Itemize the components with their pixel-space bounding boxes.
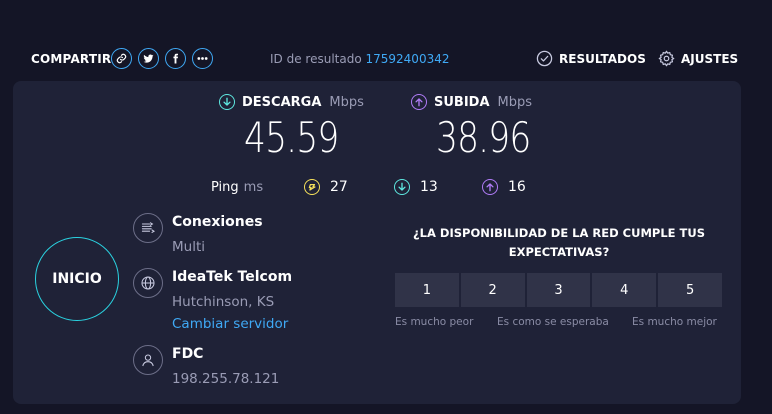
results-panel: DESCARGA Mbps 45.59 SUBIDA Mbps 38.96 Pi…: [13, 81, 741, 404]
client-name: FDC: [172, 346, 204, 362]
client-ip: 198.255.78.121: [172, 371, 280, 387]
user-icon: [133, 345, 163, 375]
link-icon: [116, 53, 127, 64]
result-id: ID de resultado 17592400342: [270, 52, 449, 66]
results-label: RESULTADOS: [559, 51, 646, 66]
result-id-label: ID de resultado: [270, 52, 362, 66]
ping-download-value: 13: [420, 179, 438, 195]
connections-title: Conexiones: [172, 214, 263, 230]
upload-arrow-icon: [411, 94, 427, 110]
download-speed-value: 45.59: [244, 113, 339, 162]
twitter-icon: [143, 54, 154, 63]
rating-button-3[interactable]: 3: [526, 273, 591, 307]
rating-button-1[interactable]: 1: [395, 273, 459, 307]
download-ping-icon: [394, 179, 410, 195]
upload-speed-value: 38.96: [436, 113, 531, 162]
rating-button-2[interactable]: 2: [460, 273, 525, 307]
upload-ping-icon: [482, 179, 498, 195]
rating-label-low: Es mucho peor: [395, 316, 474, 328]
facebook-icon: [173, 53, 179, 64]
ping-row: Ping ms 27 13 16: [13, 179, 741, 199]
ping-label-text: Ping: [211, 180, 239, 195]
rating-label-mid: Es como se esperaba: [497, 316, 609, 328]
result-id-link[interactable]: 17592400342: [366, 52, 450, 66]
download-header: DESCARGA Mbps: [219, 94, 364, 110]
settings-label: AJUSTES: [681, 51, 739, 66]
ping-idle-value: 27: [330, 179, 348, 195]
rating-button-4[interactable]: 4: [592, 273, 657, 307]
survey-question: ¿LA DISPONIBILIDAD DE LA RED CUMPLE TUS …: [413, 226, 705, 259]
share-more-button[interactable]: [192, 48, 213, 69]
globe-icon: [133, 268, 163, 298]
upload-label: SUBIDA: [434, 94, 490, 110]
share-link-button[interactable]: [111, 48, 132, 69]
start-button[interactable]: INICIO: [35, 237, 119, 321]
share-label: COMPARTIR: [31, 52, 112, 66]
rating-label-high: Es mucho mejor: [632, 316, 717, 328]
server-name: IdeaTek Telcom: [172, 269, 293, 285]
ping-idle: 27: [304, 179, 348, 195]
change-server-link[interactable]: Cambiar servidor: [172, 316, 288, 332]
connections-value: Multi: [172, 239, 205, 255]
download-arrow-icon: [219, 94, 235, 110]
upload-header: SUBIDA Mbps: [411, 94, 532, 110]
rating-button-5[interactable]: 5: [658, 273, 722, 307]
ping-download: 13: [394, 179, 438, 195]
share-facebook-button[interactable]: [165, 48, 186, 69]
server-location: Hutchinson, KS: [172, 294, 275, 310]
ping-upload: 16: [482, 179, 526, 195]
connections-icon: [133, 213, 163, 243]
ping-label: Ping ms: [211, 180, 263, 195]
idle-ping-icon: [304, 179, 320, 195]
rating-scale: 1 2 3 4 5: [395, 273, 722, 307]
gear-icon: [658, 50, 675, 67]
ping-upload-value: 16: [508, 179, 526, 195]
settings-button[interactable]: AJUSTES: [658, 50, 738, 67]
check-circle-icon: [536, 50, 553, 67]
more-icon: [197, 57, 208, 60]
results-button[interactable]: RESULTADOS: [536, 50, 646, 67]
ping-unit: ms: [243, 180, 264, 195]
top-bar: COMPARTIR ID de resultado 17592400342 RE…: [0, 44, 772, 74]
download-unit: Mbps: [329, 94, 364, 110]
download-label: DESCARGA: [242, 94, 322, 110]
share-twitter-button[interactable]: [138, 48, 159, 69]
upload-unit: Mbps: [497, 94, 533, 110]
